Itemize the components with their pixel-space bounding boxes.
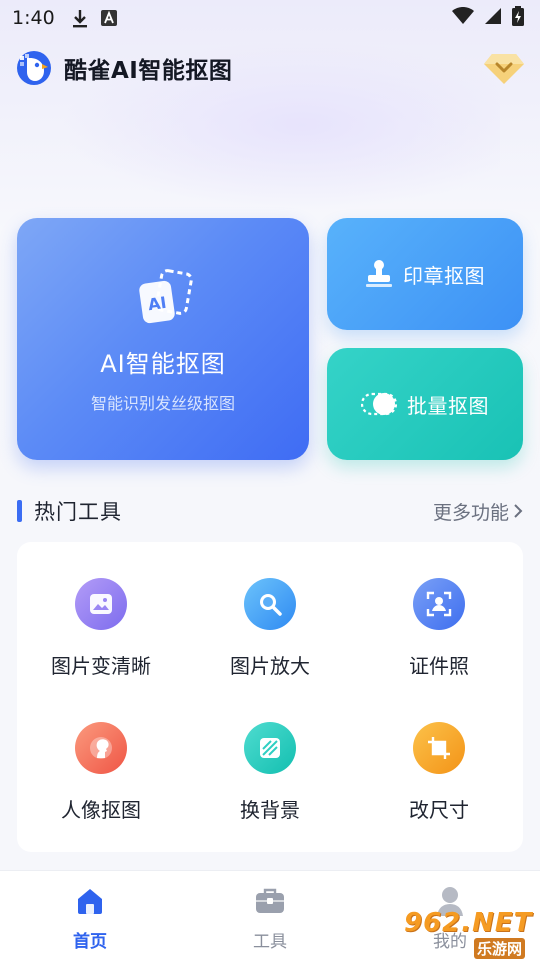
download-icon: [71, 8, 89, 28]
magnifier-icon: [244, 578, 296, 630]
site-watermark: 962.NET 乐游网: [398, 908, 534, 959]
chevron-right-icon: [514, 504, 523, 518]
watermark-logo-text: 962.NET: [404, 908, 533, 938]
ai-cards-icon-text: AI: [147, 293, 168, 314]
id-photo-icon: [413, 578, 465, 630]
toolbox-icon: [256, 888, 284, 913]
tool-portrait-cutout[interactable]: 人像抠图: [17, 722, 185, 852]
battery-icon: [512, 6, 524, 30]
watermark-site-name: 乐游网: [474, 938, 526, 959]
image-enhance-icon: [75, 578, 127, 630]
nav-tools[interactable]: 工具: [180, 871, 360, 960]
text-a-icon: [100, 10, 117, 26]
hot-tools-panel: 图片变清晰 图片放大 证件照 人像抠图 换背景 改尺寸: [17, 542, 523, 852]
stamp-icon: [366, 260, 392, 287]
status-time: 1:40: [12, 7, 55, 29]
tool-label: 人像抠图: [61, 798, 141, 822]
tool-resize[interactable]: 改尺寸: [355, 722, 523, 852]
tool-label: 换背景: [240, 798, 300, 822]
seal-cutout-card[interactable]: 印章抠图: [327, 218, 523, 330]
home-icon: [78, 889, 102, 914]
bird-logo-icon: [17, 51, 51, 85]
status-bar: 1:40: [0, 0, 540, 36]
batch-card-label: 批量抠图: [407, 393, 489, 418]
ai-card-subtitle: 智能识别发丝级抠图: [90, 394, 235, 413]
ai-cutout-card[interactable]: AI AI智能抠图 智能识别发丝级抠图: [17, 218, 309, 460]
nav-tools-label: 工具: [253, 932, 287, 952]
toggle-icon: [361, 392, 397, 416]
tool-image-upscale[interactable]: 图片放大: [186, 578, 354, 708]
vip-diamond-icon[interactable]: [484, 50, 524, 86]
background-swap-icon: [244, 722, 296, 774]
nav-home-label: 首页: [73, 932, 107, 952]
hot-tools-header: 热门工具 更多功能: [17, 494, 523, 528]
more-features-label: 更多功能: [432, 501, 509, 524]
tool-label: 证件照: [409, 654, 469, 678]
tool-label: 改尺寸: [409, 798, 469, 822]
seal-card-label: 印章抠图: [403, 263, 485, 288]
cellular-icon: [484, 7, 502, 29]
hot-tools-title: 热门工具: [34, 500, 122, 524]
crop-icon: [413, 722, 465, 774]
app-header: 酷雀AI智能抠图: [16, 46, 524, 90]
tool-image-enhance[interactable]: 图片变清晰: [17, 578, 185, 708]
batch-cutout-card[interactable]: 批量抠图: [327, 348, 523, 460]
nav-home[interactable]: 首页: [0, 871, 180, 960]
wifi-icon: [452, 6, 474, 29]
portrait-icon: [75, 722, 127, 774]
section-accent-bar: [17, 500, 22, 522]
more-features-link[interactable]: 更多功能: [433, 498, 523, 525]
tool-background-swap[interactable]: 换背景: [186, 722, 354, 852]
tool-label: 图片变清晰: [51, 654, 151, 678]
app-title: 酷雀AI智能抠图: [64, 58, 233, 84]
ai-card-title: AI智能抠图: [100, 350, 226, 378]
tool-id-photo[interactable]: 证件照: [355, 578, 523, 708]
tool-label: 图片放大: [230, 654, 310, 678]
ai-cards-icon: AI: [139, 269, 193, 324]
